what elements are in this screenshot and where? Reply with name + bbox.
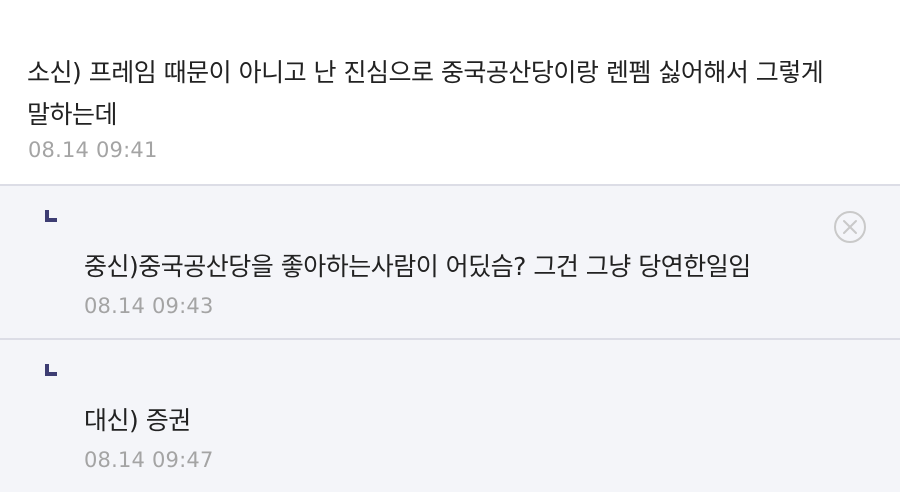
reply-arrow-icon bbox=[45, 210, 57, 222]
close-circle-icon[interactable] bbox=[833, 210, 867, 244]
reply-text: 중신)중국공산당을 좋아하는사람이 어딨슴? 그건 그냥 당연한일임 bbox=[84, 252, 751, 281]
reply: 대신) 증권 08.14 09:47 bbox=[0, 338, 900, 492]
reply-text: 대신) 증권 bbox=[84, 406, 191, 435]
comment-text: 소신) 프레임 때문이 아니고 난 진심으로 중국공산당이랑 렌펨 싫어해서 그… bbox=[27, 58, 824, 129]
comment-thread: 소신) 프레임 때문이 아니고 난 진심으로 중국공산당이랑 렌펨 싫어해서 그… bbox=[0, 0, 900, 492]
reply-timestamp: 08.14 09:43 bbox=[84, 294, 214, 318]
reply-timestamp: 08.14 09:47 bbox=[84, 448, 214, 472]
reply: 중신)중국공산당을 좋아하는사람이 어딨슴? 그건 그냥 당연한일임 08.14… bbox=[0, 184, 900, 340]
reply-arrow-icon bbox=[45, 364, 57, 376]
comment-timestamp: 08.14 09:41 bbox=[28, 138, 158, 162]
comment: 소신) 프레임 때문이 아니고 난 진심으로 중국공산당이랑 렌펨 싫어해서 그… bbox=[0, 0, 900, 184]
